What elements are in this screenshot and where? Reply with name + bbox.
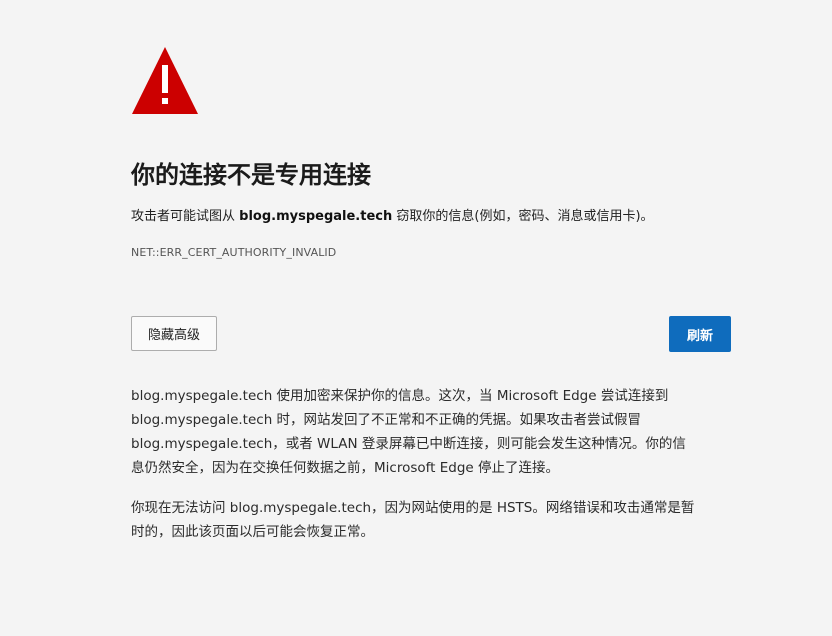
error-page: 你的连接不是专用连接 攻击者可能试图从 blog.myspegale.tech … xyxy=(0,0,832,636)
details-p2-line: 你现在无法访问 blog.myspegale.tech，因为网站使用的是 HST… xyxy=(131,500,695,516)
refresh-button[interactable]: 刷新 xyxy=(669,316,731,352)
description-host: blog.myspegale.tech xyxy=(239,209,393,224)
details-p1-line: blog.myspegale.tech 使用加密来保护你的信息。这次，当 Mic… xyxy=(131,388,669,404)
error-code: NET::ERR_CERT_AUTHORITY_INVALID xyxy=(131,246,337,259)
description-prefix: 攻击者可能试图从 xyxy=(131,209,240,224)
error-description: 攻击者可能试图从 blog.myspegale.tech 窃取你的信息(例如，密… xyxy=(131,207,654,227)
page-title: 你的连接不是专用连接 xyxy=(131,161,371,189)
details-p1-line: 息仍然安全，因为在交换任何数据之前，Microsoft Edge 停止了连接。 xyxy=(131,460,559,476)
details-p1-line: blog.myspegale.tech 时，网站发回了不正常和不正确的凭据。如果… xyxy=(131,412,642,428)
warning-triangle-icon xyxy=(132,47,198,114)
details-paragraph-1: blog.myspegale.tech 使用加密来保护你的信息。这次，当 Mic… xyxy=(131,384,751,480)
hide-advanced-button[interactable]: 隐藏高级 xyxy=(131,316,217,351)
advanced-details: blog.myspegale.tech 使用加密来保护你的信息。这次，当 Mic… xyxy=(131,384,751,560)
details-p1-line: blog.myspegale.tech，或者 WLAN 登录屏幕已中断连接，则可… xyxy=(131,436,686,452)
details-p2-line: 时的，因此该页面以后可能会恢复正常。 xyxy=(131,524,374,540)
details-paragraph-2: 你现在无法访问 blog.myspegale.tech，因为网站使用的是 HST… xyxy=(131,496,751,544)
description-suffix: 窃取你的信息(例如，密码、消息或信用卡)。 xyxy=(392,209,654,224)
